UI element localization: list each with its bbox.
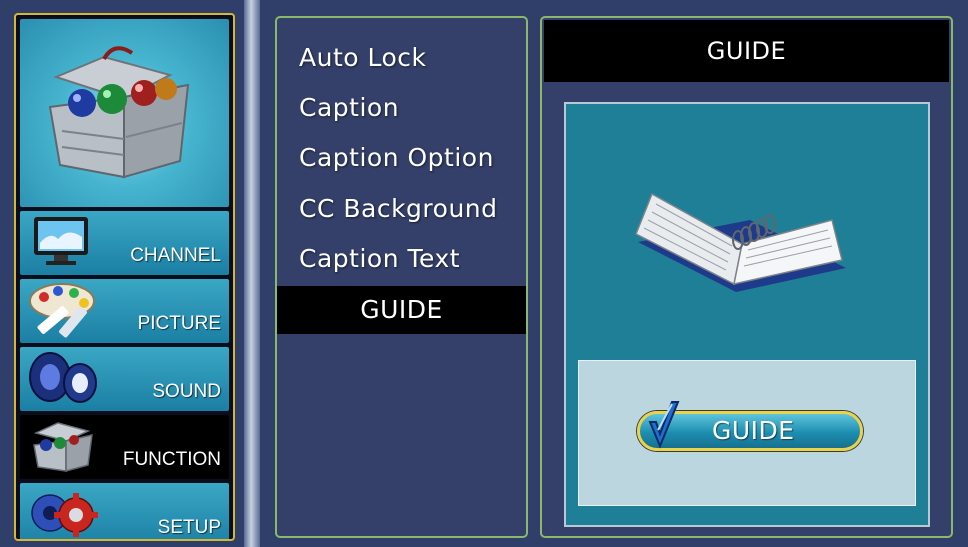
- sidebar-item-channel[interactable]: CHANNEL: [20, 211, 229, 275]
- menu-item-caption[interactable]: Caption: [277, 84, 526, 132]
- sidebar-item-label: CHANNEL: [130, 245, 221, 266]
- toolbox-icon: [48, 46, 190, 179]
- checkmark-icon: [648, 401, 680, 449]
- sidebar-item-label: SOUND: [152, 381, 221, 402]
- sidebar-item-label: PICTURE: [137, 313, 221, 334]
- detail-body: GUIDE: [564, 102, 930, 527]
- sidebar-item-picture[interactable]: PICTURE: [20, 279, 229, 343]
- sidebar-item-label: SETUP: [157, 517, 221, 538]
- speaker-icon: [29, 352, 97, 403]
- guide-button-label: GUIDE: [712, 416, 795, 445]
- menu-item-caption-option[interactable]: Caption Option: [277, 134, 526, 182]
- detail-title: GUIDE: [544, 20, 949, 82]
- function-menu: Auto Lock Caption Caption Option CC Back…: [275, 16, 528, 538]
- guide-button-area: GUIDE: [578, 360, 916, 506]
- function-hero-image: [20, 19, 229, 207]
- sidebar-item-function[interactable]: FUNCTION: [20, 415, 229, 479]
- menu-item-caption-text[interactable]: Caption Text: [277, 235, 526, 283]
- sidebar-item-label: FUNCTION: [122, 449, 221, 470]
- sidebar: CHANNEL PICTURE SOUND FUNCTION SETUP: [14, 13, 235, 541]
- menu-item-auto-lock[interactable]: Auto Lock: [277, 34, 526, 82]
- tv-icon: [34, 217, 88, 265]
- toolbox-icon: [33, 422, 93, 472]
- menu-item-guide[interactable]: GUIDE: [277, 286, 526, 334]
- detail-panel: GUIDE GUIDE: [540, 16, 953, 538]
- menu-item-cc-background[interactable]: CC Background: [277, 185, 526, 233]
- sidebar-item-sound[interactable]: SOUND: [20, 347, 229, 411]
- sidebar-item-setup[interactable]: SETUP: [20, 483, 229, 539]
- book-icon: [635, 192, 846, 292]
- guide-button[interactable]: GUIDE: [637, 401, 863, 451]
- gears-icon: [31, 493, 98, 537]
- palette-icon: [29, 283, 95, 338]
- panel-divider: [244, 0, 260, 547]
